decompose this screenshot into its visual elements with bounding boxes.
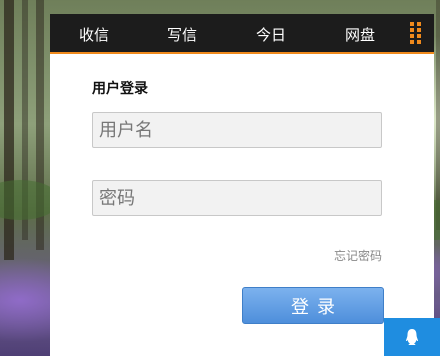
- top-nav-bar: 收信 写信 今日 网盘: [50, 14, 434, 54]
- qq-penguin-icon: [406, 329, 418, 345]
- background-forest-image: 收信 写信 今日 网盘 用户登录 忘记密码 登录: [0, 0, 440, 356]
- nav-compose[interactable]: 写信: [167, 24, 197, 45]
- login-button[interactable]: 登录: [242, 287, 384, 324]
- grid-dots-icon[interactable]: [410, 22, 424, 44]
- nav-netdisk[interactable]: 网盘: [345, 24, 375, 45]
- tree-trunk: [4, 0, 14, 260]
- tree-trunk: [436, 0, 440, 230]
- nav-inbox[interactable]: 收信: [79, 24, 109, 45]
- forgot-password-link[interactable]: 忘记密码: [334, 247, 382, 264]
- login-title: 用户登录: [92, 81, 148, 97]
- login-panel: 用户登录 忘记密码 登录: [50, 54, 434, 356]
- username-input[interactable]: [92, 112, 382, 148]
- qq-chat-button[interactable]: [384, 318, 440, 356]
- password-input[interactable]: [92, 180, 382, 216]
- nav-today[interactable]: 今日: [256, 24, 286, 45]
